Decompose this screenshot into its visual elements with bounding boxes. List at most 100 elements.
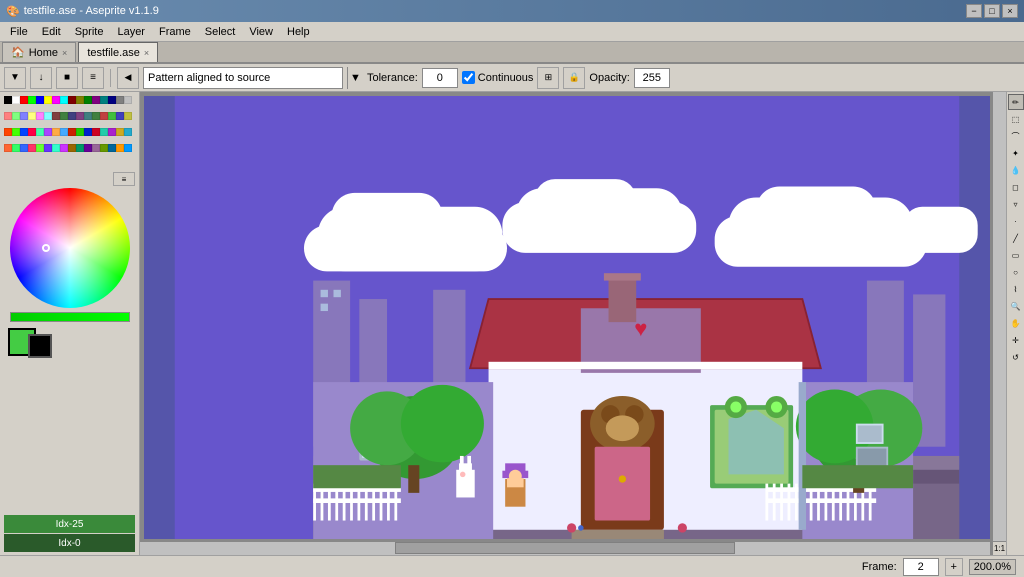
palette-cell[interactable] <box>12 144 20 152</box>
palette-cell[interactable] <box>52 128 60 136</box>
vertical-scrollbar[interactable] <box>992 92 1006 541</box>
menu-frame[interactable]: Frame <box>153 24 197 40</box>
menu-view[interactable]: View <box>243 24 279 40</box>
tool-spray[interactable]: · <box>1008 213 1024 229</box>
palette-cell[interactable] <box>4 144 12 152</box>
tool-contour[interactable]: ⌇ <box>1008 281 1024 297</box>
minimize-button[interactable]: − <box>966 4 982 18</box>
palette-cell[interactable] <box>52 112 60 120</box>
tool-eraser[interactable]: ◻ <box>1008 179 1024 195</box>
palette-cell[interactable] <box>124 144 132 152</box>
tool-select-1[interactable]: ▼ <box>4 67 26 89</box>
palette-cell[interactable] <box>60 112 68 120</box>
tool-lasso[interactable]: ⌒ <box>1008 128 1024 144</box>
palette-cell[interactable] <box>68 96 76 104</box>
continuous-check[interactable] <box>462 71 475 84</box>
palette-cell[interactable] <box>52 96 60 104</box>
menu-sprite[interactable]: Sprite <box>69 24 110 40</box>
palette-cell[interactable] <box>52 144 60 152</box>
palette-cell[interactable] <box>4 128 12 136</box>
palette-cell[interactable] <box>116 96 124 104</box>
palette-cell[interactable] <box>28 96 36 104</box>
tool-line[interactable]: ╱ <box>1008 230 1024 246</box>
sprite-canvas[interactable]: ♥ <box>144 96 990 539</box>
palette-cell[interactable] <box>76 144 84 152</box>
palette-cell[interactable] <box>76 112 84 120</box>
palette-cell[interactable] <box>4 112 12 120</box>
opacity-input[interactable] <box>634 68 670 88</box>
palette-cell[interactable] <box>124 112 132 120</box>
palette-cell[interactable] <box>76 96 84 104</box>
palette-cell[interactable] <box>44 144 52 152</box>
palette-cell[interactable] <box>84 96 92 104</box>
tool-move[interactable]: ✛ <box>1008 332 1024 348</box>
palette-cell[interactable] <box>116 128 124 136</box>
h-scrollbar-thumb[interactable] <box>395 542 735 554</box>
horizontal-scrollbar[interactable] <box>140 541 990 555</box>
menu-file[interactable]: File <box>4 24 34 40</box>
palette-cell[interactable] <box>20 128 28 136</box>
palette-cell[interactable] <box>36 112 44 120</box>
palette-cell[interactable] <box>108 112 116 120</box>
color-wheel-menu[interactable]: ≡ <box>113 172 135 186</box>
menu-help[interactable]: Help <box>281 24 316 40</box>
title-bar-controls[interactable]: − □ × <box>966 4 1018 18</box>
color-wheel[interactable] <box>10 188 130 308</box>
palette-cell[interactable] <box>84 128 92 136</box>
palette-cell[interactable] <box>100 96 108 104</box>
menu-edit[interactable]: Edit <box>36 24 67 40</box>
background-color[interactable] <box>28 334 52 358</box>
tool-hand[interactable]: ✋ <box>1008 315 1024 331</box>
tool-ellipse[interactable]: ○ <box>1008 264 1024 280</box>
tool-eyedropper[interactable]: 💧 <box>1008 162 1024 178</box>
palette-cell[interactable] <box>28 144 36 152</box>
color-saturation-bar[interactable] <box>10 312 130 322</box>
tool-rect[interactable]: ▭ <box>1008 247 1024 263</box>
palette-cell[interactable] <box>28 128 36 136</box>
palette-cell[interactable] <box>12 96 20 104</box>
palette-cell[interactable] <box>20 96 28 104</box>
maximize-button[interactable]: □ <box>984 4 1000 18</box>
tool-menu[interactable]: ≡ <box>82 67 104 89</box>
palette-cell[interactable] <box>12 128 20 136</box>
palette-cell[interactable] <box>68 128 76 136</box>
palette-cell[interactable] <box>92 112 100 120</box>
palette-cell[interactable] <box>60 128 68 136</box>
palette-cell[interactable] <box>84 144 92 152</box>
palette-cell[interactable] <box>20 144 28 152</box>
palette-cell[interactable] <box>84 112 92 120</box>
palette-cell[interactable] <box>100 128 108 136</box>
palette-cell[interactable] <box>108 96 116 104</box>
tool-zoom[interactable]: 🔍 <box>1008 298 1024 314</box>
palette-cell[interactable] <box>44 112 52 120</box>
frame-next-button[interactable]: + <box>945 558 963 576</box>
menu-select[interactable]: Select <box>199 24 242 40</box>
palette-cell[interactable] <box>76 128 84 136</box>
tab-home[interactable]: 🏠 Home × <box>2 42 76 62</box>
frame-input[interactable] <box>903 558 939 576</box>
palette-cell[interactable] <box>36 128 44 136</box>
pattern-dropdown-arrow[interactable]: ▼ <box>347 67 363 89</box>
tool-select-2[interactable]: ↓ <box>30 67 52 89</box>
palette-cell[interactable] <box>60 96 68 104</box>
palette-cell[interactable] <box>20 112 28 120</box>
idx-0-button[interactable]: Idx-0 <box>4 534 135 552</box>
canvas-area[interactable]: ♥ <box>140 92 1006 555</box>
palette-cell[interactable] <box>92 96 100 104</box>
tab-home-close[interactable]: × <box>62 48 67 58</box>
palette-cell[interactable] <box>60 144 68 152</box>
tool-rotate[interactable]: ↺ <box>1008 349 1024 365</box>
palette-cell[interactable] <box>44 128 52 136</box>
tool-rect-select[interactable]: ⬚ <box>1008 111 1024 127</box>
palette-cell[interactable] <box>116 112 124 120</box>
tolerance-input[interactable] <box>422 68 458 88</box>
palette-cell[interactable] <box>44 96 52 104</box>
palette-cell[interactable] <box>124 128 132 136</box>
tab-testfile-close[interactable]: × <box>144 48 149 58</box>
palette-cell[interactable] <box>100 144 108 152</box>
palette-cell[interactable] <box>12 112 20 120</box>
palette-cell[interactable] <box>108 144 116 152</box>
tool-pencil[interactable]: ✏ <box>1008 94 1024 110</box>
palette-cell[interactable] <box>92 128 100 136</box>
tool-arrow[interactable]: ◀ <box>117 67 139 89</box>
